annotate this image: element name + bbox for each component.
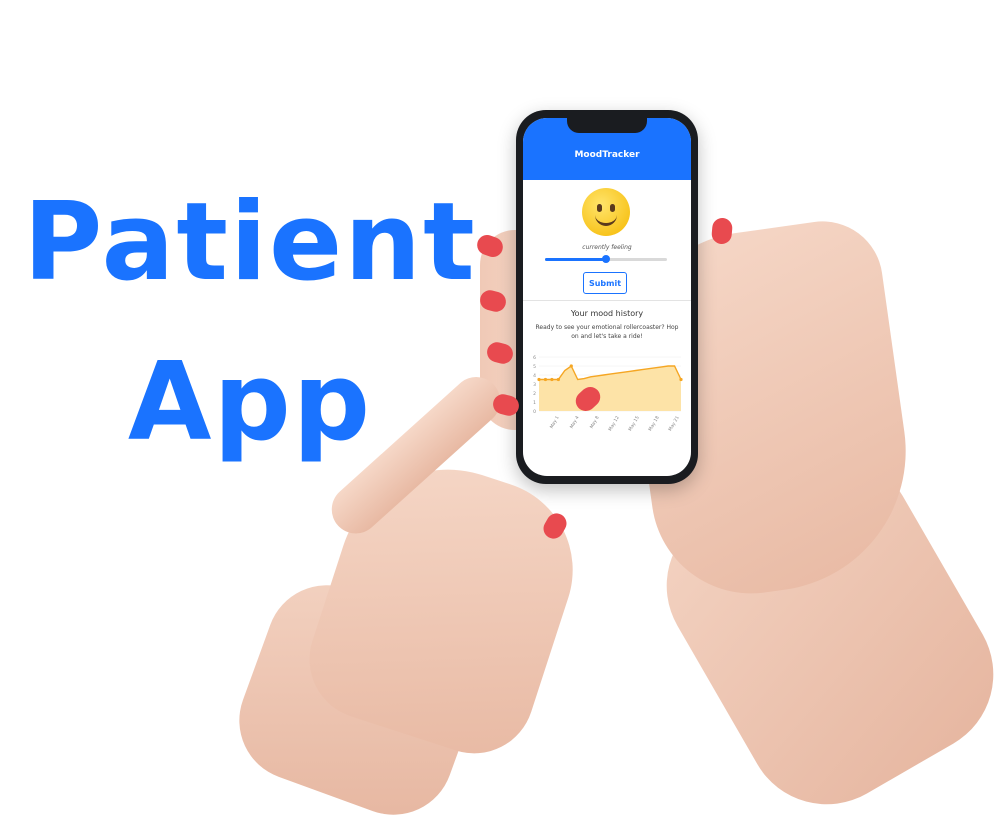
chart-y-tick-label: 2 [533,391,536,397]
chart-point [537,377,541,382]
chart-x-tick-label: May 15 [627,415,640,432]
submit-button[interactable]: Submit [583,272,627,294]
history-subtitle: Ready to see your emotional rollercoaste… [535,324,679,340]
mood-slider-fill [545,258,606,261]
mood-slider-thumb[interactable] [602,255,610,263]
headline-line1: Patient [23,180,477,305]
chart-x-tick-label: May 18 [647,415,660,432]
chart-x-tick-label: May 4 [569,415,581,430]
chart-y-tick-label: 5 [533,364,536,370]
chart-y-tick-label: 6 [533,355,536,361]
emoji-eye-left [597,204,602,212]
phone-frame: MoodTracker currently feeling Submit You… [516,110,698,484]
chart-point [569,364,573,368]
emoji-mouth [595,212,617,226]
mood-caption: currently feeling [582,244,632,251]
chart-x-tick-label: May 1 [549,415,561,430]
mood-history-chart: 0 1 2 3 4 5 6 May 1 May 4 May 8 May 12 May 15 May 18… [533,355,683,432]
chart-y-tick-label: 3 [533,382,536,388]
chart-y-tick-label: 0 [533,409,536,415]
chart-point [550,377,554,382]
chart-y-tick-label: 4 [533,373,536,379]
chart-y-tick-label: 1 [533,400,536,406]
chart-x-tick-label: May 21 [667,415,680,432]
chart-point [543,377,548,382]
mood-card: currently feeling Submit [523,180,691,301]
chart-point [556,377,560,382]
phone-notch [567,118,647,133]
chart-x-tick-label: May 12 [607,415,620,432]
mood-slider[interactable] [545,255,667,263]
chart-area [539,366,681,411]
emoji-eye-right [610,204,615,212]
app-title: MoodTracker [574,150,640,160]
history-title: Your mood history [570,309,644,318]
phone-screen: MoodTracker currently feeling Submit You… [523,118,691,476]
chart-point [679,377,683,382]
mood-history-section: Your mood history Ready to see your emot… [523,301,691,476]
slightly-smiling-face-icon [582,188,630,236]
chart-x-tick-label: May 8 [589,415,601,430]
